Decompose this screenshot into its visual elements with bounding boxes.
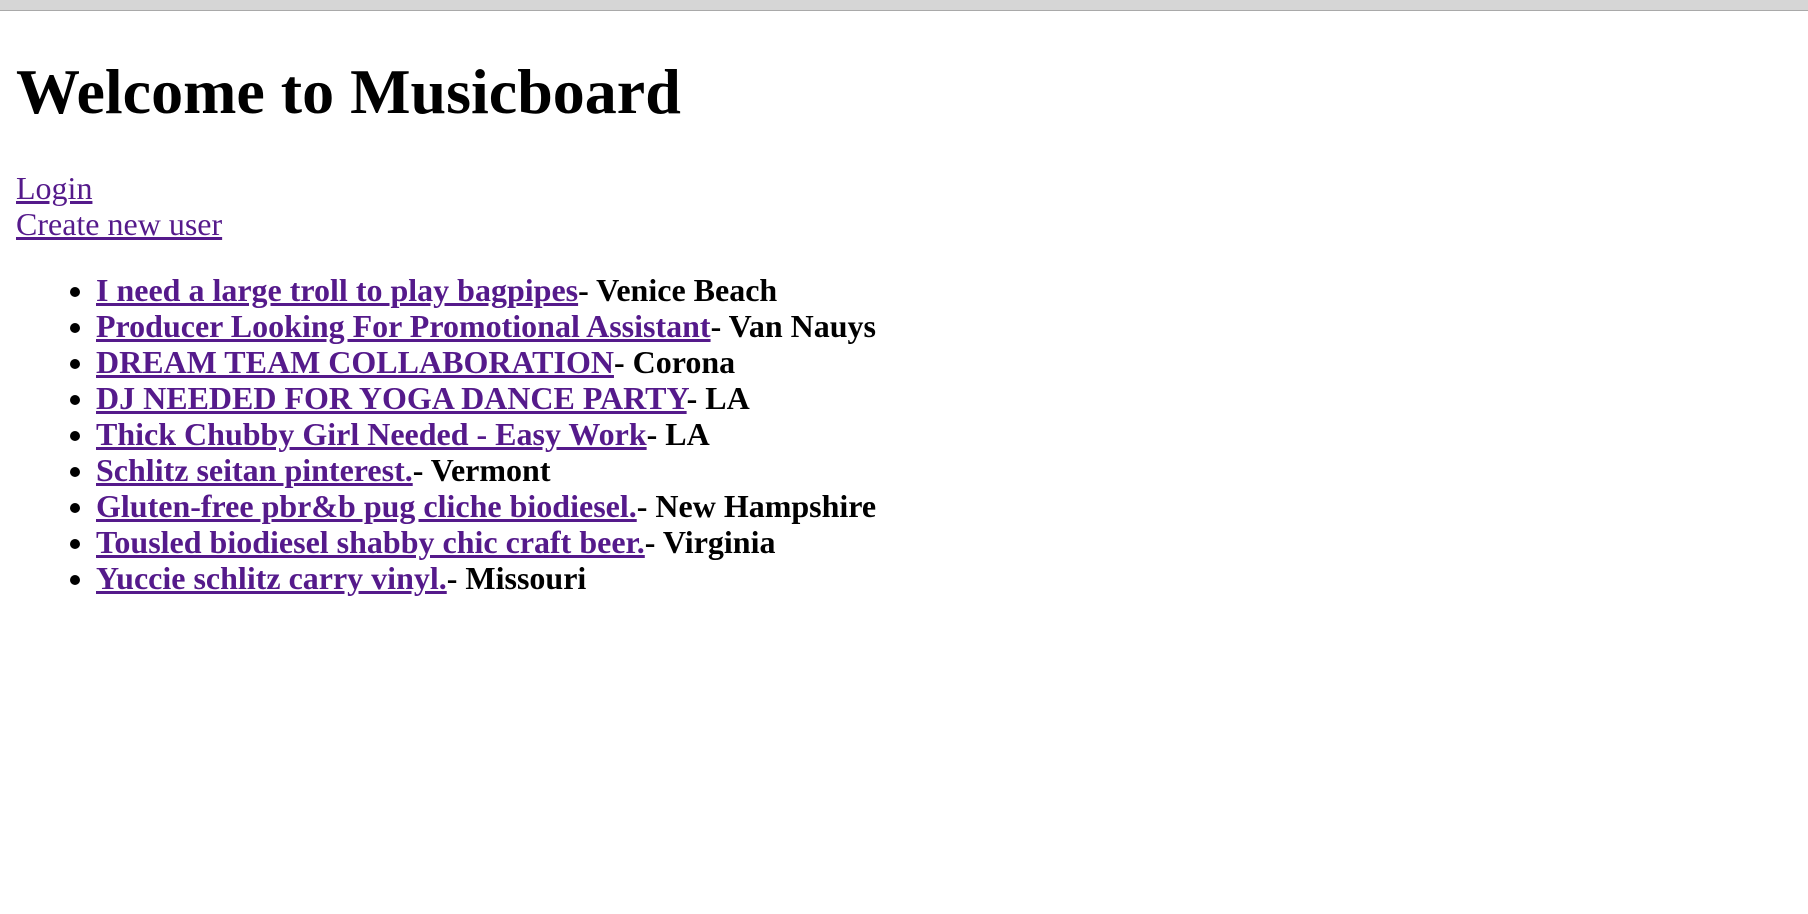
create-new-user-link[interactable]: Create new user (16, 206, 222, 242)
page-title: Welcome to Musicboard (16, 56, 681, 127)
post-location: - Vermont (412, 452, 551, 488)
post-link[interactable]: Producer Looking For Promotional Assista… (96, 308, 711, 344)
post-link[interactable]: Yuccie schlitz carry vinyl. (96, 560, 447, 596)
post-location: - Van Nauys (710, 308, 876, 344)
post-link[interactable]: DJ NEEDED FOR YOGA DANCE PARTY (96, 380, 687, 416)
post-list: I need a large troll to play bagpipes- V… (16, 272, 876, 596)
post-link[interactable]: Schlitz seitan pinterest. (96, 452, 413, 488)
post-link[interactable]: Thick Chubby Girl Needed - Easy Work (96, 416, 647, 452)
post-location: - New Hampshire (636, 488, 877, 524)
post-link[interactable]: Tousled biodiesel shabby chic craft beer… (96, 524, 645, 560)
list-item: DJ NEEDED FOR YOGA DANCE PARTY- LA (96, 380, 876, 416)
post-link[interactable]: I need a large troll to play bagpipes (96, 272, 578, 308)
post-location: - Virginia (644, 524, 776, 560)
browser-top-bar (0, 0, 1808, 11)
auth-links: Login Create new user (16, 170, 876, 242)
post-location: - LA (686, 380, 750, 416)
post-link[interactable]: DREAM TEAM COLLABORATION (96, 344, 614, 380)
list-item: Tousled biodiesel shabby chic craft beer… (96, 524, 876, 560)
list-item: Thick Chubby Girl Needed - Easy Work- LA (96, 416, 876, 452)
post-link[interactable]: Gluten-free pbr&b pug cliche biodiesel. (96, 488, 637, 524)
list-item: Gluten-free pbr&b pug cliche biodiesel.-… (96, 488, 876, 524)
post-location: - Corona (613, 344, 736, 380)
login-link[interactable]: Login (16, 170, 92, 206)
list-item: Yuccie schlitz carry vinyl.- Missouri (96, 560, 876, 596)
list-item: Producer Looking For Promotional Assista… (96, 308, 876, 344)
list-item: I need a large troll to play bagpipes- V… (96, 272, 876, 308)
post-location: - Missouri (446, 560, 587, 596)
page-content: Welcome to Musicboard Login Create new u… (16, 56, 876, 596)
post-location: - LA (646, 416, 710, 452)
list-item: DREAM TEAM COLLABORATION- Corona (96, 344, 876, 380)
list-item: Schlitz seitan pinterest.- Vermont (96, 452, 876, 488)
post-location: - Venice Beach (578, 272, 778, 308)
